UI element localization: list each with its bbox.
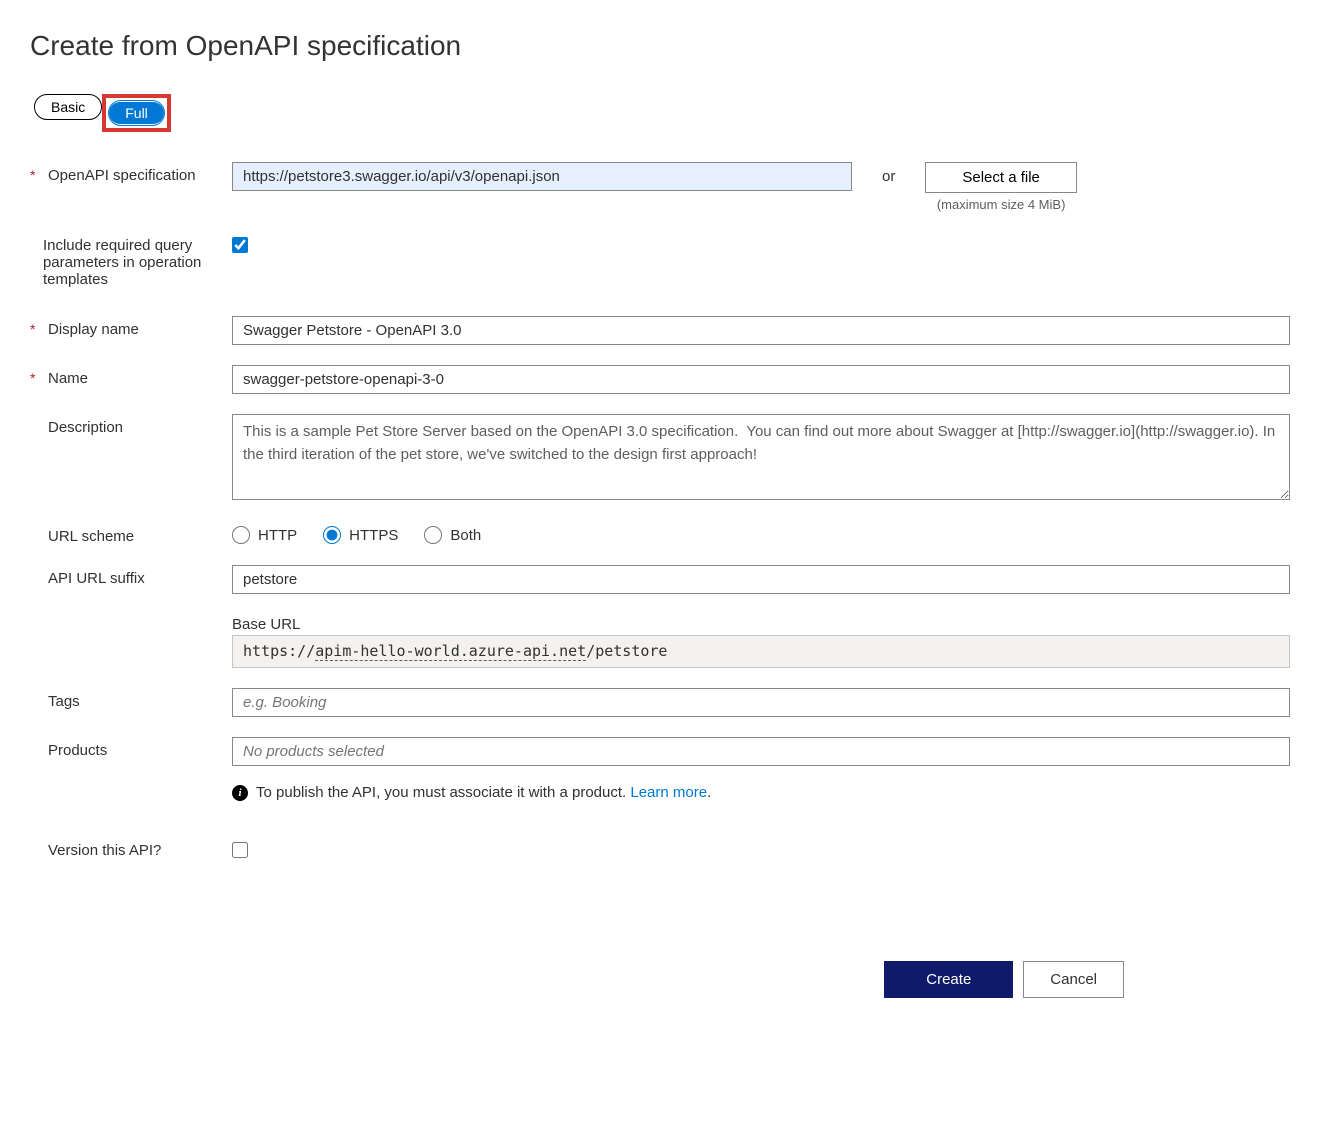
display-name-label: Display name	[48, 321, 139, 338]
openapi-url-input[interactable]	[232, 162, 852, 191]
api-suffix-input[interactable]	[232, 565, 1290, 594]
max-size-hint: (maximum size 4 MiB)	[925, 197, 1077, 212]
api-suffix-label: API URL suffix	[48, 570, 145, 587]
display-name-input[interactable]	[232, 316, 1290, 345]
name-label: Name	[48, 370, 88, 387]
required-marker: *	[30, 370, 40, 386]
version-api-label: Version this API?	[48, 842, 161, 859]
openapi-spec-label: OpenAPI specification	[48, 167, 196, 184]
publish-hint-text: To publish the API, you must associate i…	[256, 784, 711, 801]
radio-both[interactable]: Both	[424, 526, 481, 544]
radio-https[interactable]: HTTPS	[323, 526, 398, 544]
url-scheme-label: URL scheme	[48, 528, 134, 545]
description-label: Description	[48, 419, 123, 436]
radio-http[interactable]: HTTP	[232, 526, 297, 544]
tags-input[interactable]	[232, 688, 1290, 717]
products-label: Products	[48, 742, 107, 759]
select-file-button[interactable]: Select a file	[925, 162, 1077, 193]
required-marker: *	[30, 167, 40, 183]
name-input[interactable]	[232, 365, 1290, 394]
page-title: Create from OpenAPI specification	[30, 30, 1290, 62]
cancel-button[interactable]: Cancel	[1023, 961, 1124, 998]
required-marker: *	[30, 321, 40, 337]
base-url-readonly: https://apim-hello-world.azure-api.net/p…	[232, 635, 1290, 668]
base-url-label: Base URL	[232, 616, 1290, 633]
include-query-checkbox[interactable]	[232, 237, 248, 253]
include-query-label: Include required query parameters in ope…	[43, 237, 232, 288]
products-input[interactable]	[232, 737, 1290, 766]
create-button[interactable]: Create	[884, 961, 1013, 998]
version-api-checkbox[interactable]	[232, 842, 248, 858]
tags-label: Tags	[48, 693, 80, 710]
or-text: or	[882, 162, 895, 185]
info-icon: i	[232, 785, 248, 801]
description-textarea[interactable]	[232, 414, 1290, 500]
toggle-basic[interactable]: Basic	[35, 96, 101, 119]
toggle-full[interactable]: Full	[109, 102, 164, 125]
full-tab-highlight-box: Full	[102, 94, 171, 132]
learn-more-link[interactable]: Learn more	[630, 784, 707, 801]
